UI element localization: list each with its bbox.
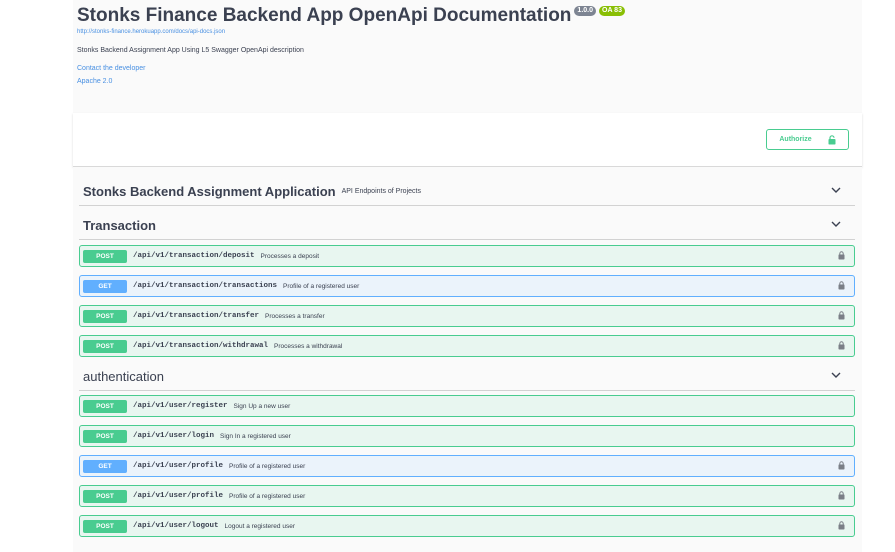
tag-name: authentication [83,369,164,384]
method-badge: POST [83,309,127,323]
lock-icon [828,134,836,144]
tag-header-transaction[interactable]: Transaction [79,212,855,240]
api-description: Stonks Backend Assignment App Using L5 S… [77,47,304,54]
operation-post-row[interactable]: POST/api/v1/user/logout Logout a register… [79,515,855,537]
operation-get-row[interactable]: GET/api/v1/user/profile Profile of a regi… [79,455,855,477]
operation-summary: Logout a registered user [224,522,295,530]
operation-post-row[interactable]: POST/api/v1/transaction/transfer Processe… [79,305,855,327]
swagger-page: Stonks Finance Backend App OpenApi Docum… [0,0,895,552]
operation-summary: Profile of a registered user [229,492,306,500]
lock-icon[interactable] [838,281,845,290]
operation-summary: Processes a withdrawal [274,342,343,350]
operation-summary: Processes a deposit [260,252,320,260]
operations-container: Stonks Backend Assignment Application AP… [73,167,862,552]
method-badge: POST [83,339,127,353]
method-badge: GET [83,279,127,293]
operation-get-row[interactable]: GET/api/v1/transaction/transactions Profi… [79,275,855,297]
authorize-button[interactable]: Authorize [766,129,849,150]
lock-icon[interactable] [838,461,845,470]
scheme-container: Authorize [73,113,862,167]
operation-path: /api/v1/transaction/withdrawal [133,342,269,350]
operation-path: /api/v1/transaction/transactions [133,282,278,290]
page-title: Stonks Finance Backend App OpenApi Docum… [77,5,572,26]
title-row: Stonks Finance Backend App OpenApi Docum… [77,4,625,28]
operation-path: /api/v1/user/logout [133,522,219,530]
operation-post-row[interactable]: POST/api/v1/user/register Sign Up a new u… [79,395,855,417]
operation-post-row[interactable]: POST/api/v1/transaction/deposit Processes… [79,245,855,267]
operation-summary: Profile of a registered user [283,282,360,290]
method-badge: POST [83,399,127,413]
chevron-down-icon[interactable] [831,187,841,194]
operation-path: /api/v1/user/login [133,432,215,440]
tag-name: Transaction [83,218,156,233]
method-badge: POST [83,519,127,533]
operation-summary: Sign In a registered user [220,432,291,440]
lock-icon[interactable] [838,251,845,260]
operation-post-row[interactable]: POST/api/v1/user/login Sign In a register… [79,425,855,447]
operation-summary: Sign Up a new user [233,402,291,410]
operation-path: /api/v1/user/register [133,402,228,410]
authorize-label: Authorize [779,136,812,143]
lock-icon[interactable] [838,491,845,500]
info-section: Stonks Finance Backend App OpenApi Docum… [73,0,862,113]
tag-header-stonks[interactable]: Stonks Backend Assignment Application AP… [79,178,855,206]
tag-name: Stonks Backend Assignment Application [83,184,336,199]
operation-path: /api/v1/user/profile [133,462,224,470]
operation-path: /api/v1/transaction/transfer [133,312,260,320]
chevron-down-icon[interactable] [831,372,841,379]
lock-icon[interactable] [838,341,845,350]
method-badge: POST [83,249,127,263]
operation-path: /api/v1/user/profile [133,492,224,500]
operation-post-row[interactable]: POST/api/v1/user/profile Profile of a reg… [79,485,855,507]
chevron-down-icon[interactable] [831,221,841,228]
lock-icon[interactable] [838,521,845,530]
method-badge: GET [83,459,127,473]
method-badge: POST [83,429,127,443]
operation-post-row[interactable]: POST/api/v1/transaction/withdrawal Proces… [79,335,855,357]
tag-header-authentication[interactable]: authentication [79,363,855,391]
license-link[interactable]: Apache 2.0 [77,78,112,85]
contact-developer-link[interactable]: Contact the developer [77,65,146,72]
operation-path: /api/v1/transaction/deposit [133,252,255,260]
lock-icon[interactable] [838,311,845,320]
tag-description: API Endpoints of Projects [341,188,421,195]
version-badge: 1.0.0 [574,6,596,16]
operation-summary: Processes a transfer [265,312,325,320]
oas-badge: OA 83 [599,6,625,16]
spec-url-link[interactable]: http://stonks-finance.herokuapp.com/docs… [77,29,225,35]
operation-summary: Profile of a registered user [229,462,306,470]
method-badge: POST [83,489,127,503]
